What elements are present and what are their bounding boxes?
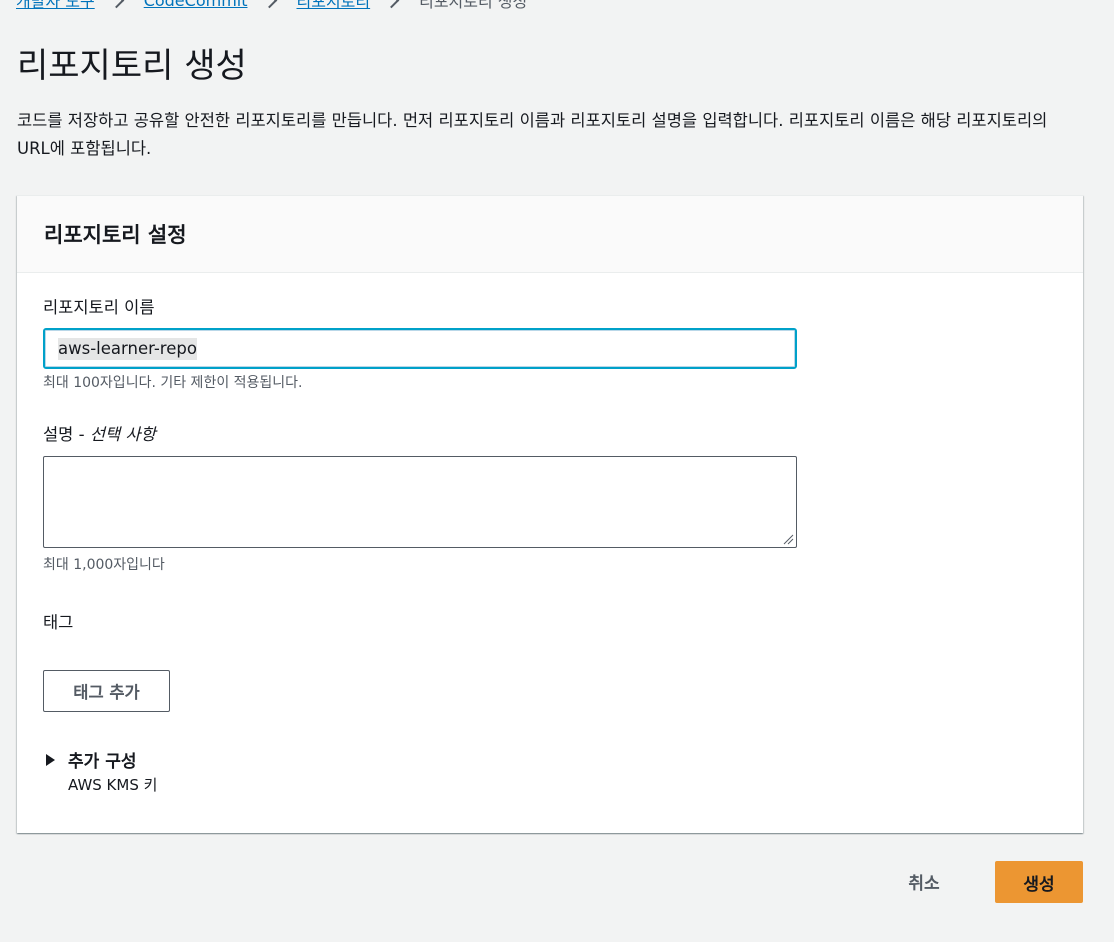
page-description: 코드를 저장하고 공유할 안전한 리포지토리를 만듭니다. 먼저 리포지토리 이… [17,111,1048,158]
chevron-right-icon [383,0,400,8]
breadcrumb-link-developer-tools[interactable]: 개발자 도구 [16,0,95,12]
chevron-right-icon [108,0,124,8]
description-optional-text: 선택 사항 [89,425,156,444]
resize-handle-icon[interactable] [782,533,794,545]
chevron-right-icon [261,0,277,8]
caret-right-icon [46,753,55,766]
create-button[interactable]: 생성 [995,861,1083,903]
add-tag-button[interactable]: 태그 추가 [43,670,170,712]
breadcrumb-link-codecommit[interactable]: CodeCommit [144,0,248,10]
page-title: 리포지토리 생성 [17,46,247,86]
repository-settings-panel: 리포지토리 설정 리포지토리 이름 aws-learner-repo 최대 10… [17,195,1083,833]
description-label: 설명 - 선택 사항 [43,423,156,447]
description-textarea[interactable] [43,456,797,548]
description-constraint: 최대 1,000자입니다 [43,557,165,573]
breadcrumb-current: 리포지토리 생성 [419,0,528,11]
repository-name-label: 리포지토리 이름 [43,298,155,317]
repository-name-input[interactable]: aws-learner-repo [43,328,797,369]
description-label-text: 설명 - [43,425,90,444]
additional-config-toggle[interactable]: 추가 구성 [43,747,136,772]
breadcrumb: 개발자 도구 CodeCommit 리포지토리 리포지토리 생성 [16,0,527,12]
panel-header: 리포지토리 설정 [17,196,1083,273]
panel-title: 리포지토리 설정 [44,223,187,247]
repository-name-constraint: 최대 100자입니다. 기타 제한이 적용됩니다. [43,375,303,391]
tags-label: 태그 [43,613,74,632]
breadcrumb-link-repositories[interactable]: 리포지토리 [297,0,371,12]
repository-name-value: aws-learner-repo [58,337,197,360]
additional-config-description: AWS KMS 키 [68,776,158,794]
additional-config-title: 추가 구성 [68,752,137,772]
cancel-button[interactable]: 취소 [900,866,948,896]
